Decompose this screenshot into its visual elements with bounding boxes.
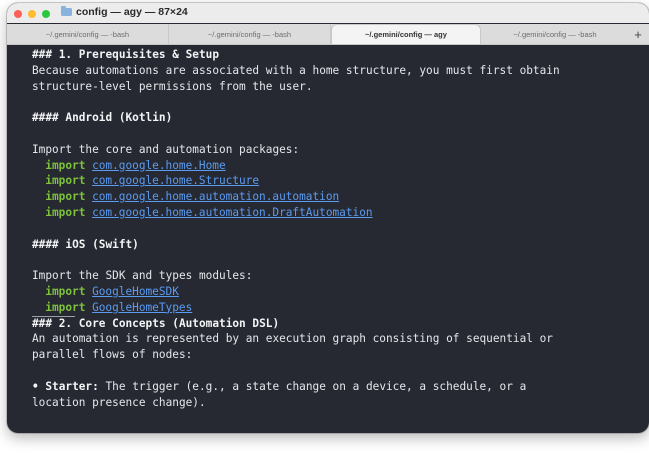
starter-label: Starter: [45,379,99,393]
tab-bar: ~/.gemini/config — -bash ~/.gemini/confi… [7,24,649,45]
starter-text: The trigger (e.g., a state change on a d… [98,379,527,393]
heading-ios: #### iOS (Swift) [32,237,139,251]
import-link[interactable]: com.google.home.Home [92,159,226,172]
import-line: import com.google.home.automation.automa… [32,189,560,205]
window-title: config — agy — 87×24 [61,6,188,18]
zoom-button[interactable] [42,10,50,18]
text-line: location presence change). [32,395,206,409]
text-line: Because automations are associated with … [32,63,560,77]
tab-label: ~/.gemini/config — -bash [513,29,597,39]
tab-label: ~/.gemini/config — -bash [207,29,292,39]
import-keyword: import [45,174,86,188]
terminal-output[interactable]: ### 1. Prerequisites & Setup Because aut… [32,47,560,410]
text-line: An automation is represented by an execu… [32,332,553,346]
text-line: Import the core and automation packages: [32,142,300,156]
text-line: Import the SDK and types modules: [32,269,253,283]
heading-android: #### Android (Kotlin) [32,111,173,125]
import-link[interactable]: GoogleHomeSDK [92,285,179,298]
import-line: import GoogleHomeTypes [32,300,560,316]
import-keyword: import [45,284,86,298]
import-keyword: import [45,158,86,172]
tab-bash-3[interactable]: ~/.gemini/config — -bash [481,24,629,44]
bullet-marker: • [32,379,46,393]
text-line: parallel flows of nodes: [32,348,193,362]
folder-icon [61,6,72,16]
import-line: import com.google.home.automation.DraftA… [32,205,560,221]
close-button[interactable] [14,10,22,18]
new-tab-button[interactable]: + [629,24,647,44]
import-link[interactable]: com.google.home.automation.automation [92,190,339,203]
title-bar[interactable]: config — agy — 87×24 [7,3,649,23]
import-link[interactable]: com.google.home.automation.DraftAutomati… [92,206,373,219]
tab-bash-2[interactable]: ~/.gemini/config — -bash [169,24,331,44]
window-title-text: config — agy — 87×24 [76,6,188,18]
bullet-starter: • Starter: The trigger (e.g., a state ch… [32,379,560,395]
import-keyword: import [45,300,86,314]
import-line: import GoogleHomeSDK [32,284,560,300]
tab-agy-active[interactable]: ~/.gemini/config — agy [331,24,481,44]
import-link[interactable]: GoogleHomeTypes [92,301,192,314]
import-line: import com.google.home.Structure [32,173,560,189]
import-link[interactable]: com.google.home.Structure [92,174,259,187]
import-keyword: import [45,190,86,204]
text-line: structure-level permissions from the use… [32,79,313,93]
tab-label: ~/.gemini/config — -bash [45,29,130,39]
tab-bash-1[interactable]: ~/.gemini/config — -bash [7,24,169,44]
heading-core-concepts: ### 2. Core Concepts (Automation DSL) [32,316,280,330]
minimize-button[interactable] [28,10,36,18]
tab-label: ~/.gemini/config — agy [365,30,447,39]
terminal-window: config — agy — 87×24 ~/.gemini/config — … [7,3,649,433]
import-line: import com.google.home.Home [32,158,560,174]
import-keyword: import [45,205,86,219]
horizontal-rule [32,316,75,317]
heading-prerequisites: ### 1. Prerequisites & Setup [32,48,220,61]
